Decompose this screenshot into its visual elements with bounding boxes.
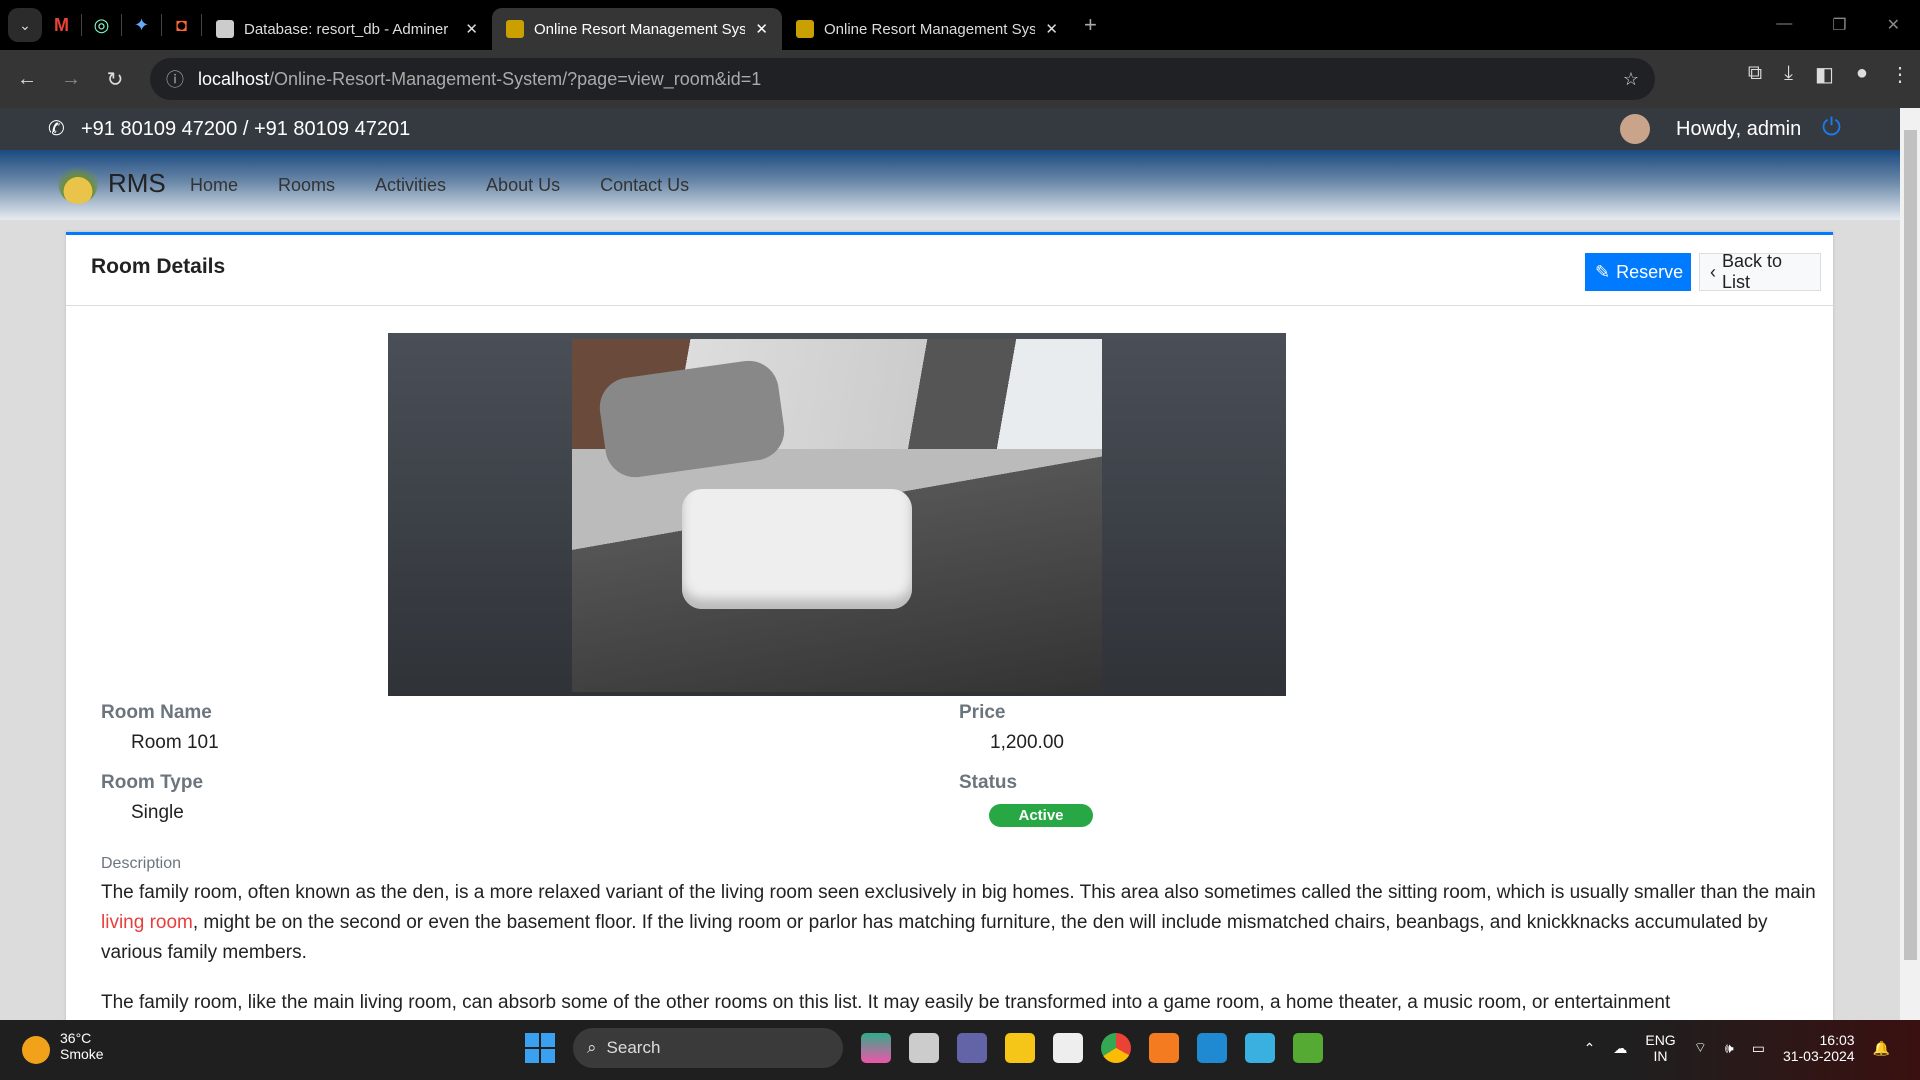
- vscode-icon[interactable]: [1197, 1033, 1227, 1063]
- xampp-icon[interactable]: [1149, 1033, 1179, 1063]
- resort-favicon-icon: [506, 20, 524, 38]
- status-label: Status: [959, 772, 1018, 793]
- sun-icon: [22, 1036, 50, 1064]
- app-icon[interactable]: [1293, 1033, 1323, 1063]
- back-icon[interactable]: ←: [5, 68, 49, 91]
- tab-resort-active[interactable]: Online Resort Management System✕: [492, 8, 782, 50]
- close-tab-icon[interactable]: ✕: [755, 20, 768, 38]
- description-label: Description: [101, 855, 182, 872]
- file-explorer-icon[interactable]: [1005, 1033, 1035, 1063]
- notepad-icon[interactable]: [1245, 1033, 1275, 1063]
- browser-tab-bar: ⌄ M ◎ ✦ ◘ Database: resort_db - Adminer ✕…: [0, 0, 1920, 50]
- profile-avatar[interactable]: ●: [1856, 62, 1868, 87]
- url-bar[interactable]: ⓘ localhost/Online-Resort-Management-Sys…: [150, 58, 1655, 100]
- address-toolbar: ← → ↻ ⓘ localhost/Online-Resort-Manageme…: [0, 50, 1920, 108]
- notification-bell-icon[interactable]: 🔔: [1873, 1040, 1890, 1057]
- wifi-icon[interactable]: ⌔: [1694, 1039, 1707, 1057]
- nav-contact-us[interactable]: Contact Us: [600, 175, 689, 196]
- minimize-icon[interactable]: —: [1776, 15, 1792, 35]
- tab-adminer[interactable]: Database: resort_db - Adminer ✕: [202, 8, 492, 50]
- close-tab-icon[interactable]: ✕: [1045, 20, 1058, 38]
- language-indicator[interactable]: ENG IN: [1645, 1032, 1675, 1064]
- new-tab-button[interactable]: +: [1084, 12, 1097, 38]
- description-paragraph: The family room, often known as the den,…: [101, 882, 1816, 963]
- room-name-value: Room 101: [131, 732, 219, 753]
- user-avatar: [1620, 114, 1650, 144]
- extensions-icon[interactable]: ⧉: [1748, 62, 1762, 87]
- brand-link[interactable]: RMS: [58, 162, 166, 204]
- side-panel-icon[interactable]: ◧: [1815, 62, 1834, 87]
- nav-activities[interactable]: Activities: [375, 175, 446, 196]
- adminer-favicon-icon: [216, 20, 234, 38]
- nav-home[interactable]: Home: [190, 175, 238, 196]
- price-value: 1,200.00: [990, 732, 1064, 753]
- pinned-tab-gemini[interactable]: ✦: [122, 14, 162, 36]
- start-windows-icon[interactable]: [525, 1033, 555, 1063]
- taskbar-search[interactable]: ⌕ Search: [573, 1028, 843, 1068]
- description-paragraph: The family room, like the main living ro…: [101, 992, 1671, 1013]
- close-tab-icon[interactable]: ✕: [465, 20, 478, 38]
- room-photo: [572, 339, 1102, 692]
- teams-icon[interactable]: [957, 1033, 987, 1063]
- tab-resort[interactable]: Online Resort Management System✕: [782, 8, 1072, 50]
- room-name-label: Room Name: [101, 702, 212, 723]
- resort-favicon-icon: [796, 20, 814, 38]
- edit-icon: ✎: [1595, 261, 1611, 282]
- chevron-up-icon[interactable]: ⌃: [1584, 1040, 1596, 1057]
- scrollbar-thumb[interactable]: [1904, 130, 1917, 960]
- main-navbar: RMS Home Rooms Activities About Us Conta…: [0, 150, 1900, 220]
- back-to-list-button[interactable]: ‹ Back to List: [1699, 251, 1821, 292]
- room-image-container: [388, 333, 1286, 696]
- contact-topbar: ✆ +91 80109 47200 / +91 80109 47201 Howd…: [0, 108, 1900, 150]
- room-type-value: Single: [131, 802, 184, 823]
- nav-rooms[interactable]: Rooms: [278, 175, 335, 196]
- page-title: Room Details: [91, 255, 226, 278]
- onedrive-icon[interactable]: ☁: [1613, 1040, 1627, 1057]
- restore-icon[interactable]: ❐: [1832, 15, 1846, 35]
- forward-icon[interactable]: →: [49, 68, 93, 91]
- battery-icon[interactable]: ▭: [1752, 1040, 1765, 1057]
- page-scrollbar[interactable]: [1900, 108, 1920, 1020]
- status-badge: Active: [989, 804, 1093, 827]
- windows-taskbar: 36°C Smoke ⌕ Search ⌃ ☁ ENG IN ⌔ 🕪 ▭ 16:03 3…: [0, 1020, 1920, 1080]
- search-icon: ⌕: [587, 1038, 597, 1057]
- logout-power-icon[interactable]: ⏻: [1822, 114, 1841, 142]
- snipping-tool-icon[interactable]: [1053, 1033, 1083, 1063]
- pinned-tab-gmail[interactable]: M: [42, 14, 82, 36]
- site-info-icon[interactable]: ⓘ: [166, 66, 184, 92]
- download-icon[interactable]: ⤓: [1784, 62, 1793, 87]
- nav-about-us[interactable]: About Us: [486, 175, 560, 196]
- task-view-icon[interactable]: [909, 1033, 939, 1063]
- pinned-tab-app[interactable]: ◘: [162, 14, 202, 36]
- close-window-icon[interactable]: ✕: [1887, 15, 1900, 35]
- volume-icon[interactable]: 🕪: [1725, 1040, 1734, 1057]
- price-label: Price: [959, 702, 1006, 723]
- resort-logo-icon: [58, 162, 98, 204]
- living-room-link[interactable]: living room: [101, 912, 193, 933]
- reload-icon[interactable]: ↻: [93, 67, 137, 92]
- copilot-icon[interactable]: [861, 1033, 891, 1063]
- pinned-tab-chatgpt[interactable]: ◎: [82, 14, 122, 36]
- bookmark-star-icon[interactable]: ☆: [1623, 69, 1639, 90]
- reserve-button[interactable]: ✎ Reserve: [1585, 253, 1691, 291]
- menu-icon[interactable]: ⋮: [1890, 62, 1910, 87]
- weather-widget[interactable]: 36°C Smoke: [22, 1030, 104, 1064]
- chevron-left-icon: ‹: [1710, 261, 1716, 282]
- room-type-label: Room Type: [101, 772, 204, 793]
- clock[interactable]: 16:03 31-03-2024: [1783, 1032, 1855, 1064]
- chrome-icon[interactable]: [1101, 1033, 1131, 1063]
- phone-icon: ✆: [48, 118, 65, 140]
- tab-search-button[interactable]: ⌄: [8, 8, 42, 42]
- room-details-card: Room Details ✎ Reserve ‹ Back to List Room…: [66, 232, 1833, 1032]
